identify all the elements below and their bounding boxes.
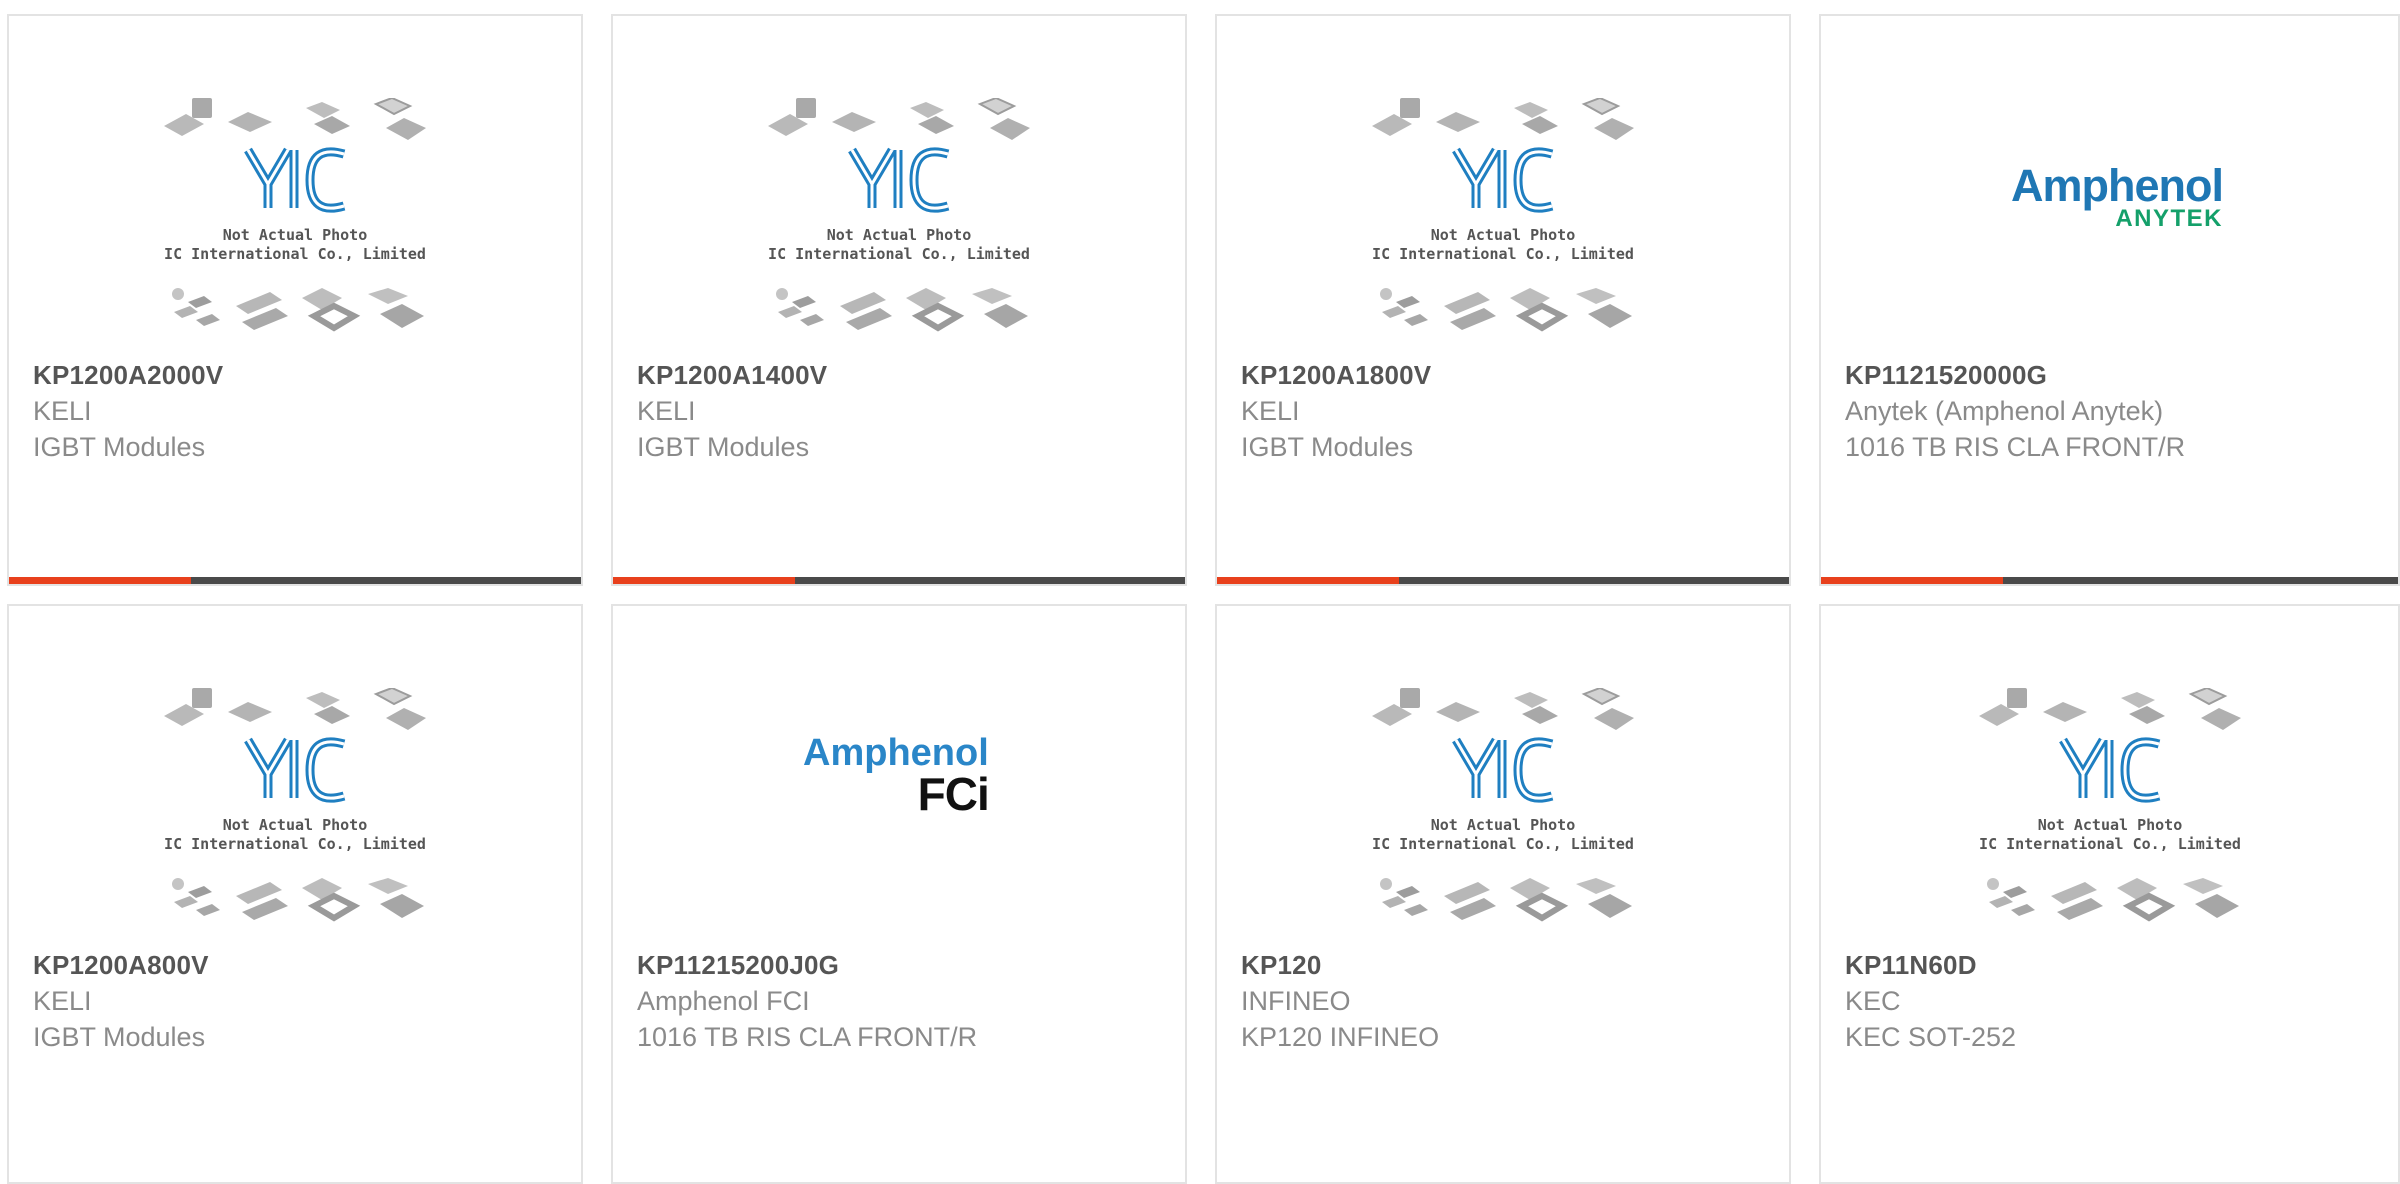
manufacturer: KELI [33, 396, 92, 426]
product-image[interactable]: Not Actual Photo YIC International Co., … [613, 16, 1185, 356]
description: KP120 INFINEO [1241, 1022, 1440, 1052]
brand-logo-sub: ANYTEK [2115, 205, 2223, 232]
yic-logo-icon [1452, 147, 1554, 213]
description: IGBT Modules [637, 432, 810, 462]
product-image[interactable]: Not Actual Photo YIC International Co., … [1217, 16, 1789, 356]
manufacturer: KELI [33, 986, 92, 1016]
description: 1016 TB RIS CLA FRONT/R [1845, 432, 2186, 462]
part-number[interactable]: KP120 [1241, 950, 1322, 981]
placeholder-line1: Not Actual Photo [223, 226, 368, 244]
card-underline-accent [1821, 577, 2003, 584]
manufacturer: Anytek (Amphenol Anytek) [1845, 396, 2164, 426]
placeholder-line2: YIC International Co., Limited. [768, 245, 1030, 263]
yic-logo-icon [244, 737, 346, 803]
card-underline [1821, 577, 2398, 584]
amphenol-fci-logo: Amphenol FCi [803, 732, 990, 820]
manufacturer: KELI [637, 396, 696, 426]
description: IGBT Modules [33, 432, 206, 462]
part-number[interactable]: KP1200A2000V [33, 360, 223, 391]
product-image[interactable]: Amphenol FCi [613, 606, 1185, 946]
product-card[interactable]: Not Actual Photo YIC International Co., … [1215, 604, 1791, 1184]
description: IGBT Modules [1241, 432, 1414, 462]
product-image[interactable]: Not Actual Photo YIC International Co., … [9, 606, 581, 946]
manufacturer: Amphenol FCI [637, 986, 810, 1016]
placeholder-image: Not Actual Photo YIC International Co., … [164, 688, 426, 938]
card-underline [9, 577, 581, 584]
placeholder-image: Not Actual Photo YIC International Co., … [164, 98, 426, 348]
placeholder-image: Not Actual Photo YIC International Co., … [1372, 98, 1634, 348]
product-card[interactable]: Not Actual Photo YIC International Co., … [1819, 604, 2400, 1184]
manufacturer: INFINEO [1241, 986, 1351, 1016]
placeholder-image: Not Actual Photo YIC International Co., … [1372, 688, 1634, 938]
brand-logo-sub: FCi [917, 768, 990, 820]
part-number[interactable]: KP1200A800V [33, 950, 209, 981]
amphenol-anytek-logo: Amphenol ANYTEK [2011, 160, 2224, 232]
product-card[interactable]: Not Actual Photo YIC International Co., … [7, 14, 583, 586]
placeholder-line1: Not Actual Photo [2037, 816, 2182, 834]
card-underline-accent [9, 577, 191, 584]
product-image[interactable]: Not Actual Photo YIC International Co., … [1217, 606, 1789, 946]
placeholder-line1: Not Actual Photo [827, 226, 972, 244]
part-number[interactable]: KP1200A1800V [1241, 360, 1431, 391]
manufacturer: KELI [1241, 396, 1300, 426]
yic-logo-icon [244, 147, 346, 213]
brand-logo-word: Amphenol [803, 732, 989, 774]
part-number[interactable]: KP11N60D [1845, 950, 1977, 981]
manufacturer: KEC [1845, 986, 1901, 1016]
part-number[interactable]: KP1121520000G [1845, 360, 2047, 391]
placeholder-line2: YIC International Co., Limited. [164, 835, 426, 853]
yic-logo-icon [1452, 737, 1554, 803]
placeholder-line1: Not Actual Photo [1431, 816, 1576, 834]
yic-logo-icon [848, 147, 950, 213]
description: KEC SOT-252 [1845, 1022, 2017, 1052]
placeholder-line2: YIC International Co., Limited. [1372, 835, 1634, 853]
card-underline [1217, 577, 1789, 584]
description: IGBT Modules [33, 1022, 206, 1052]
product-grid: Not Actual Photo YIC International Co., … [0, 0, 2400, 1184]
card-underline-accent [613, 577, 795, 584]
card-underline [613, 577, 1185, 584]
placeholder-image: Not Actual Photo YIC International Co., … [768, 98, 1030, 348]
placeholder-line2: YIC International Co., Limited. [1372, 245, 1634, 263]
yic-logo-icon [2058, 737, 2160, 803]
product-image[interactable]: Amphenol ANYTEK [1821, 16, 2398, 356]
product-card[interactable]: Amphenol FCi KP11215200J0G Amphenol FCI … [611, 604, 1187, 1184]
part-number[interactable]: KP1200A1400V [637, 360, 827, 391]
product-card[interactable]: Not Actual Photo YIC International Co., … [611, 14, 1187, 586]
card-underline-accent [1217, 577, 1399, 584]
placeholder-line1: Not Actual Photo [223, 816, 368, 834]
part-number[interactable]: KP11215200J0G [637, 950, 839, 981]
product-card[interactable]: Not Actual Photo YIC International Co., … [7, 604, 583, 1184]
product-card[interactable]: Amphenol ANYTEK KP1121520000G Anytek (Am… [1819, 14, 2400, 586]
placeholder-line2: YIC International Co., Limited. [1979, 835, 2241, 853]
placeholder-image: Not Actual Photo YIC International Co., … [1978, 688, 2241, 938]
product-card[interactable]: Not Actual Photo YIC International Co., … [1215, 14, 1791, 586]
placeholder-line2: YIC International Co., Limited. [164, 245, 426, 263]
product-image[interactable]: Not Actual Photo YIC International Co., … [9, 16, 581, 356]
placeholder-line1: Not Actual Photo [1431, 226, 1576, 244]
product-image[interactable]: Not Actual Photo YIC International Co., … [1821, 606, 2398, 946]
brand-logo-word: Amphenol [2011, 160, 2224, 211]
description: 1016 TB RIS CLA FRONT/R [637, 1022, 978, 1052]
